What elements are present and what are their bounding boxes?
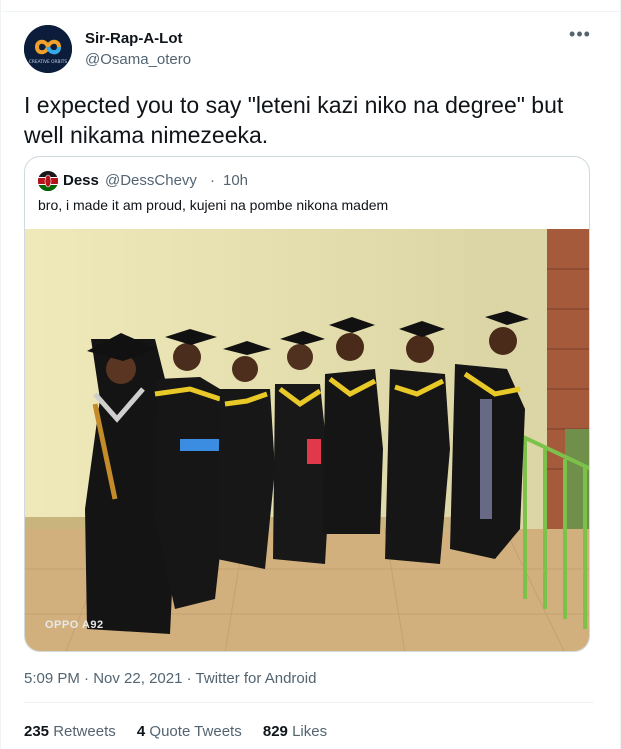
tweet-stats: 235 Retweets 4 Quote Tweets 829 Likes	[24, 723, 344, 740]
quote-text: bro, i made it am proud, kujeni na pombe…	[38, 197, 389, 213]
quote-tweets-stat[interactable]: 4 Quote Tweets	[137, 723, 242, 740]
retweets-label: Retweets	[53, 723, 116, 740]
infinity-logo-icon: CREATIVE ORBITS	[24, 25, 72, 73]
more-options-button[interactable]: •••	[567, 24, 593, 47]
quote-author-handle: @DessChevy	[105, 172, 197, 189]
quote-tweets-count: 4	[136, 723, 146, 740]
meta-separator: ·	[186, 670, 192, 687]
tweet-date[interactable]: Nov 22, 2021	[93, 670, 182, 687]
quote-tweets-label: Quote Tweets	[149, 723, 242, 740]
author-avatar[interactable]: CREATIVE ORBITS	[24, 25, 72, 73]
quote-author-avatar	[38, 171, 58, 191]
likes-stat[interactable]: 829 Likes	[263, 723, 327, 740]
meta-divider	[24, 702, 594, 703]
quote-timestamp: 10h	[223, 172, 249, 189]
avatar-caption: CREATIVE ORBITS	[29, 59, 67, 65]
tweet-time[interactable]: 5:09 PM	[24, 670, 80, 687]
quoted-tweet-card[interactable]: Dess @DessChevy · 10h bro, i made it am …	[24, 156, 590, 652]
author-name[interactable]: Sir-Rap-A-Lot	[85, 30, 183, 47]
retweets-count: 235	[24, 723, 50, 740]
quote-separator: ·	[210, 172, 215, 189]
quote-author-name: Dess	[63, 172, 99, 189]
tweet-text: I expected you to say "leteni kazi niko …	[24, 92, 564, 148]
tweet-source[interactable]: Twitter for Android	[196, 670, 317, 687]
quote-photo[interactable]	[25, 229, 589, 651]
graduation-photo-image	[25, 229, 589, 651]
author-handle[interactable]: @Osama_otero	[85, 51, 191, 68]
meta-separator: ·	[84, 670, 90, 687]
tweet-meta: 5:09 PM · Nov 22, 2021 · Twitter for And…	[24, 670, 316, 687]
photo-watermark: OPPO A92	[45, 619, 104, 631]
kenya-flag-avatar-icon	[38, 171, 58, 191]
more-horizontal-icon: •••	[569, 24, 591, 44]
tweet-container: CREATIVE ORBITS Sir-Rap-A-Lot @Osama_ote…	[0, 0, 621, 749]
top-divider	[1, 0, 621, 12]
likes-label: Likes	[292, 723, 328, 740]
retweets-stat[interactable]: 235 Retweets	[24, 723, 116, 740]
likes-count: 829	[262, 723, 288, 740]
